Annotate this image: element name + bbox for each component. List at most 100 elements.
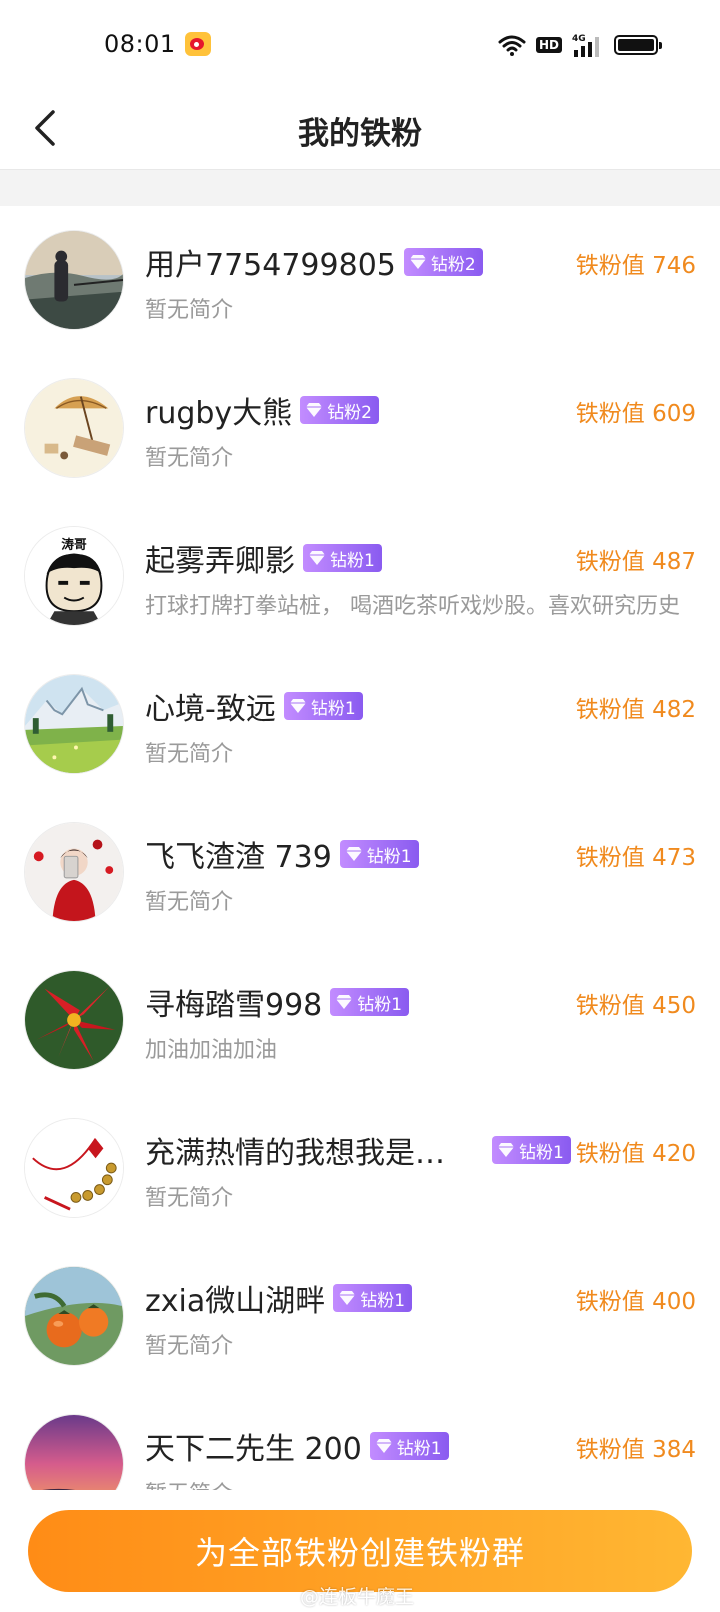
diamond-icon <box>289 699 306 713</box>
fan-name[interactable]: 寻梅踏雪998 <box>145 980 322 1024</box>
fan-avatar[interactable] <box>24 970 124 1070</box>
fan-name-line: 起雾弄卿影 钻粉1 <box>145 536 382 580</box>
fan-level-badge: 钻粉1 <box>492 1136 571 1164</box>
diamond-icon <box>498 1143 514 1157</box>
fan-row[interactable]: zxia微山湖畔 钻粉1 暂无简介 铁粉值 400 <box>0 1242 720 1390</box>
nav-bar: 我的铁粉 <box>0 88 720 170</box>
fan-row[interactable]: 天下二先生 200 钻粉1 暂无简介 铁粉值 384 <box>0 1390 720 1490</box>
weibo-watermark: @连板牛魔王 <box>300 1586 415 1608</box>
fan-level-badge: 钻粉2 <box>403 248 483 276</box>
fan-level-badge: 钻粉1 <box>369 1432 449 1460</box>
fan-list: 用户7754799805 钻粉2 暂无简介 铁粉值 746 rugby大熊 钻粉… <box>0 206 720 1490</box>
fan-level-badge: 钻粉1 <box>303 544 382 572</box>
fan-name[interactable]: 心境-致远 <box>145 684 276 728</box>
section-divider <box>0 170 720 206</box>
fan-avatar[interactable] <box>24 1266 124 1366</box>
chinese-knot-coins <box>25 1119 123 1217</box>
fan-avatar[interactable] <box>24 1118 124 1218</box>
red-dress-selfie <box>25 823 123 921</box>
fan-name-line: 用户7754799805 钻粉2 <box>145 240 483 284</box>
fan-name-line: 天下二先生 200 钻粉1 <box>145 1424 449 1468</box>
fan-row[interactable]: 寻梅踏雪998 钻粉1 加油加油加油 铁粉值 450 <box>0 946 720 1094</box>
fan-name[interactable]: 充满热情的我想我是你的唯一 <box>145 1128 467 1172</box>
alpine-meadow-painting <box>25 675 123 773</box>
fan-level-badge: 钻粉1 <box>330 988 410 1016</box>
fan-score: 铁粉值 473 <box>575 845 696 871</box>
fan-bio: 暂无简介 <box>145 742 234 767</box>
status-icons: HD 4G <box>498 30 662 60</box>
fan-name[interactable]: 天下二先生 200 <box>145 1424 362 1468</box>
fan-name-line: 充满热情的我想我是你的唯一 <box>145 1128 467 1172</box>
fan-level-label: 钻粉1 <box>366 846 412 867</box>
fan-score: 铁粉值 384 <box>575 1437 696 1463</box>
diamond-icon <box>339 1291 356 1305</box>
fan-level-label: 钻粉1 <box>310 698 356 719</box>
fan-level-label: 钻粉2 <box>430 254 476 275</box>
fan-name[interactable]: zxia微山湖畔 <box>145 1276 325 1320</box>
fan-bio: 暂无简介 <box>145 1476 685 1490</box>
svg-text:涛哥: 涛哥 <box>61 537 87 553</box>
fan-row[interactable]: 用户7754799805 钻粉2 暂无简介 铁粉值 746 <box>0 206 720 354</box>
fan-row[interactable]: 飞飞渣渣 739 钻粉1 暂无简介 铁粉值 473 <box>0 798 720 946</box>
wifi-icon <box>498 35 526 56</box>
fan-name-line: rugby大熊 钻粉2 <box>145 388 380 432</box>
fan-avatar[interactable] <box>24 378 124 478</box>
diamond-icon <box>345 847 362 861</box>
fan-level-label: 钻粉1 <box>396 1438 442 1459</box>
fan-score: 铁粉值 420 <box>575 1141 696 1167</box>
status-bar: 08:01 HD 4G <box>0 0 720 88</box>
beach-umbrella-drawing <box>25 379 123 477</box>
page-title: 我的铁粉 <box>298 116 422 152</box>
diamond-icon <box>306 403 323 417</box>
fan-score: 铁粉值 746 <box>575 253 696 279</box>
fan-score: 铁粉值 609 <box>575 401 696 427</box>
fan-name[interactable]: 用户7754799805 <box>145 240 396 284</box>
diamond-icon <box>375 1439 392 1453</box>
hd-voice-icon: HD <box>535 37 562 53</box>
battery-icon <box>614 35 662 55</box>
fan-bio: 暂无简介 <box>145 890 234 915</box>
fan-bio: 暂无简介 <box>145 446 234 471</box>
fan-avatar[interactable] <box>24 674 124 774</box>
fan-level-label: 钻粉1 <box>330 550 375 571</box>
cartoon-face-sticker: 涛哥 <box>25 527 123 625</box>
fan-bio: 加油加油加油 <box>145 1038 278 1063</box>
fan-level-label: 钻粉1 <box>360 1290 406 1311</box>
create-fan-group-button[interactable]: 为全部铁粉创建铁粉群 <box>28 1510 692 1592</box>
diamond-icon <box>309 551 325 565</box>
fan-avatar[interactable] <box>24 822 124 922</box>
fan-avatar[interactable]: 涛哥 <box>24 526 124 626</box>
fan-row[interactable]: 心境-致远 钻粉1 暂无简介 铁粉值 482 <box>0 650 720 798</box>
fan-bio: 暂无简介 <box>145 1186 234 1211</box>
diamond-icon <box>409 255 426 269</box>
sunset-sky-photo <box>25 1415 123 1490</box>
fan-score: 铁粉值 400 <box>575 1289 696 1315</box>
red-flower-photo <box>25 971 123 1069</box>
fan-level-badge: 钻粉1 <box>339 840 419 868</box>
fan-level-label: 钻粉2 <box>327 402 373 423</box>
fan-bio: 打球打牌打拳站桩， 喝酒吃茶听戏炒股。喜欢研究历史 <box>145 594 680 619</box>
fan-name[interactable]: 飞飞渣渣 739 <box>145 832 332 876</box>
fan-name[interactable]: 起雾弄卿影 <box>145 536 295 580</box>
fan-row[interactable]: 涛哥 起雾弄卿影 钻粉1 打球打牌打拳站桩， 喝酒吃茶听戏炒股。喜欢研究历史 铁… <box>0 502 720 650</box>
fan-row[interactable]: rugby大熊 钻粉2 暂无简介 铁粉值 609 <box>0 354 720 502</box>
fan-score: 铁粉值 450 <box>575 993 696 1019</box>
fan-row[interactable]: 充满热情的我想我是你的唯一 钻粉1 暂无简介 铁粉值 420 <box>0 1094 720 1242</box>
fan-name[interactable]: rugby大熊 <box>145 388 292 432</box>
mountain-person-photo <box>25 231 123 329</box>
fan-bio: 暂无简介 <box>145 298 234 323</box>
fan-name-line: 飞飞渣渣 739 钻粉1 <box>145 832 419 876</box>
fan-level-badge: 钻粉2 <box>300 396 380 424</box>
persimmon-photo <box>25 1267 123 1365</box>
fan-avatar[interactable] <box>24 230 124 330</box>
weibo-notification-icon <box>185 32 211 56</box>
fan-level-label: 钻粉1 <box>519 1142 564 1163</box>
fan-avatar[interactable] <box>24 1414 124 1490</box>
fan-level-label: 钻粉1 <box>357 994 403 1015</box>
fan-name-line: 寻梅踏雪998 钻粉1 <box>145 980 410 1024</box>
status-time: 08:01 <box>104 30 176 58</box>
diamond-icon <box>336 995 353 1009</box>
fan-bio: 暂无简介 <box>145 1334 234 1359</box>
signal-4g-icon: 4G <box>572 34 599 57</box>
fan-score: 铁粉值 482 <box>575 697 696 723</box>
